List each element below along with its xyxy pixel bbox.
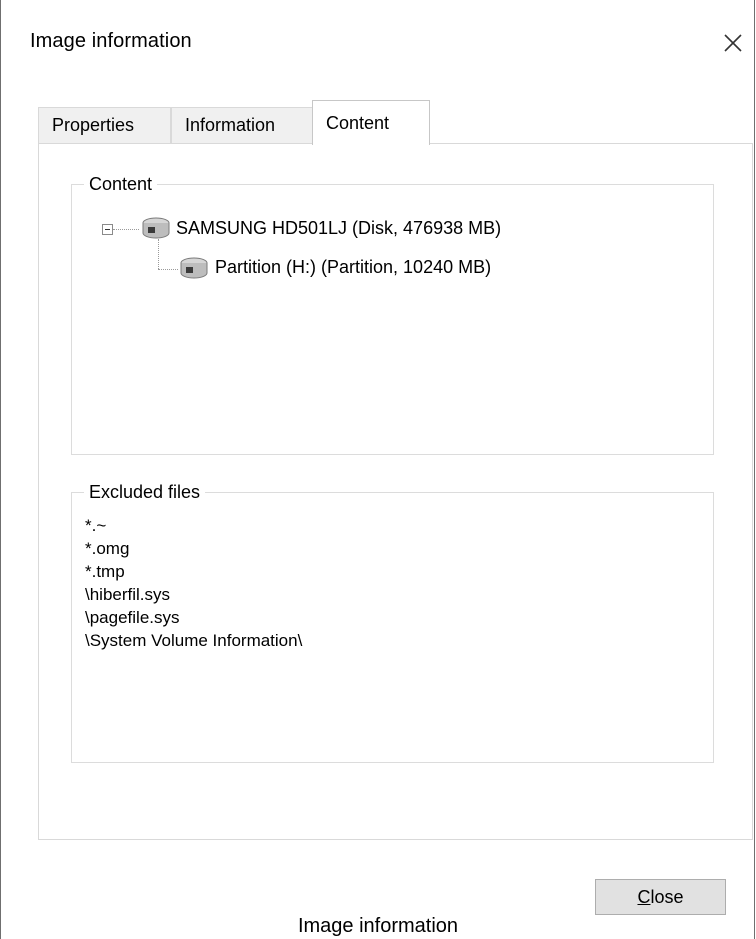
tree-item-disk[interactable]: SAMSUNG HD501LJ (Disk, 476938 MB): [176, 217, 501, 239]
tree-connector: [158, 239, 159, 269]
list-item: *.~: [85, 516, 107, 535]
list-item: \pagefile.sys: [85, 608, 180, 627]
list-item: \System Volume Information\: [85, 631, 303, 650]
close-button-mnemonic: C: [637, 887, 651, 907]
content-group-label: Content: [84, 173, 158, 195]
tree-connector: [158, 269, 178, 270]
image-information-dialog: Image information Properties Information…: [0, 0, 755, 939]
excluded-files-group: Excluded files *.~ *.omg *.tmp \hiberfil…: [71, 481, 714, 763]
list-item: *.omg: [85, 539, 130, 558]
image-caption: Image information: [297, 915, 459, 937]
tab-content-label: Content: [326, 113, 390, 133]
disk-drive-icon: [141, 215, 171, 241]
partition-drive-icon: [179, 255, 209, 281]
close-icon[interactable]: [716, 26, 750, 60]
dialog-title: Image information: [30, 30, 192, 52]
list-item: \hiberfil.sys: [85, 585, 171, 604]
tab-properties[interactable]: Properties: [38, 107, 171, 144]
excluded-files-label: Excluded files: [84, 481, 206, 503]
content-group: Content SAMSUNG HD501LJ (Disk, 476938 MB…: [71, 173, 714, 455]
tree-item-partition[interactable]: Partition (H:) (Partition, 10240 MB): [215, 256, 491, 278]
tab-properties-label: Properties: [52, 115, 135, 135]
collapse-toggle[interactable]: [102, 224, 113, 235]
tree-connector: [113, 229, 139, 230]
excluded-files-list: *.~ *.omg *.tmp \hiberfil.sys \pagefile.…: [85, 514, 302, 652]
close-button[interactable]: Close: [595, 879, 726, 915]
close-button-label: lose: [650, 887, 684, 907]
tab-information[interactable]: Information: [171, 107, 313, 144]
tab-content[interactable]: Content: [312, 100, 430, 145]
tab-information-label: Information: [185, 115, 276, 135]
list-item: *.tmp: [85, 562, 125, 581]
content-tab-panel: Content SAMSUNG HD501LJ (Disk, 476938 MB…: [38, 143, 753, 840]
